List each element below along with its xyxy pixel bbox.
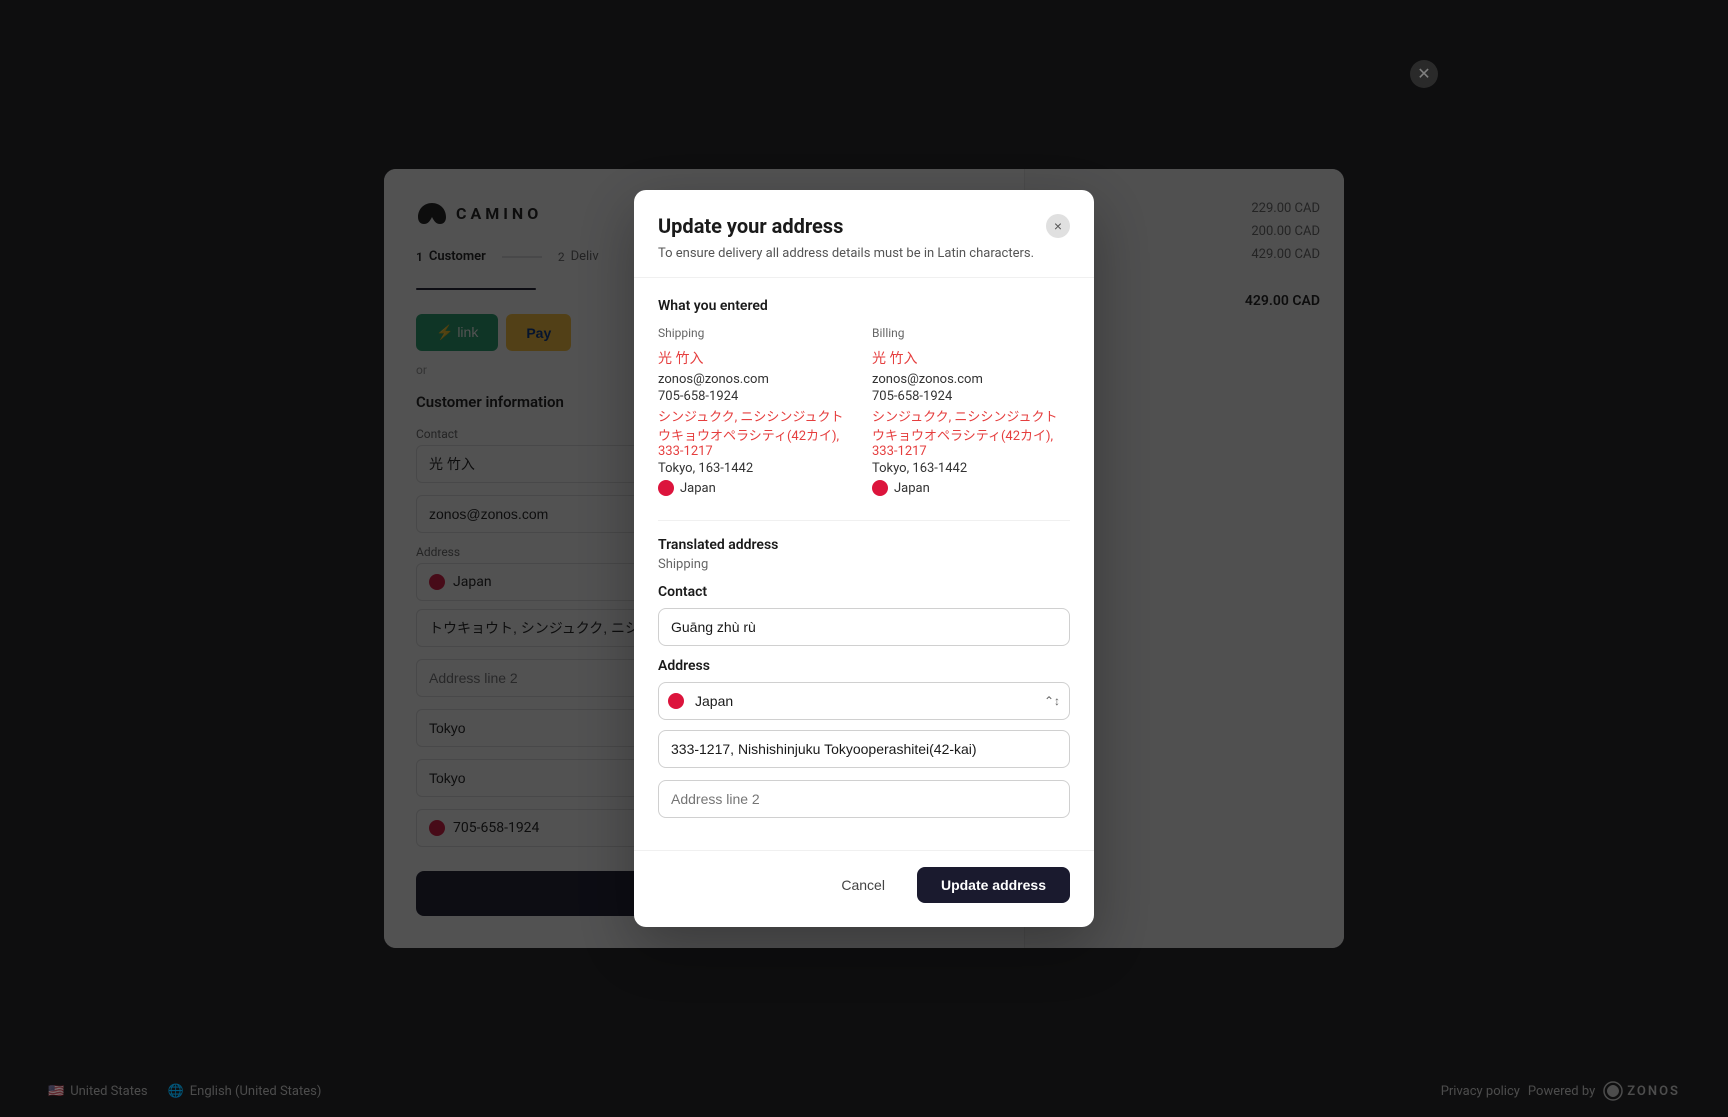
translated-shipping-label: Shipping — [658, 557, 1070, 572]
update-address-button[interactable]: Update address — [917, 867, 1070, 903]
shipping-column: Shipping 光 竹入 zonos@zonos.com 705-658-19… — [658, 326, 856, 496]
billing-phone: 705-658-1924 — [872, 389, 1070, 404]
billing-japan-flag — [872, 480, 888, 496]
billing-country: Japan — [894, 481, 930, 496]
modal-overlay[interactable]: Update your address × To ensure delivery… — [0, 0, 1728, 1117]
modal-title: Update your address — [658, 214, 843, 238]
modal-close-button[interactable]: × — [1046, 214, 1070, 238]
billing-country-row: Japan — [872, 480, 1070, 496]
billing-email: zonos@zonos.com — [872, 372, 1070, 387]
shipping-country: Japan — [680, 481, 716, 496]
billing-address: シンジュクク, ニシシンジュクトウキョウオペラシティ(42カイ), 333-12… — [872, 406, 1070, 459]
country-select-wrapper: Japan United States ⌃↕ — [658, 682, 1070, 720]
update-address-modal: Update your address × To ensure delivery… — [634, 190, 1094, 927]
address-section-label: Address — [658, 658, 1070, 674]
translated-label: Translated address — [658, 537, 1070, 553]
modal-header: Update your address × — [634, 190, 1094, 238]
contact-name-input[interactable] — [658, 608, 1070, 646]
contact-label: Contact — [658, 584, 1070, 600]
cancel-button[interactable]: Cancel — [821, 867, 905, 903]
address-columns: Shipping 光 竹入 zonos@zonos.com 705-658-19… — [658, 326, 1070, 496]
shipping-email: zonos@zonos.com — [658, 372, 856, 387]
modal-footer: Cancel Update address — [634, 850, 1094, 927]
what-you-entered-label: What you entered — [658, 298, 1070, 314]
address-line2-input[interactable] — [658, 780, 1070, 818]
billing-name: 光 竹入 — [872, 348, 1070, 368]
address-line1-input[interactable] — [658, 730, 1070, 768]
billing-column: Billing 光 竹入 zonos@zonos.com 705-658-192… — [872, 326, 1070, 496]
modal-body: What you entered Shipping 光 竹入 zonos@zon… — [634, 278, 1094, 850]
shipping-name: 光 竹入 — [658, 348, 856, 368]
country-select[interactable]: Japan United States — [658, 682, 1070, 720]
billing-city-zip: Tokyo, 163-1442 — [872, 461, 1070, 476]
shipping-col-label: Shipping — [658, 326, 856, 340]
modal-subtitle: To ensure delivery all address details m… — [634, 238, 1094, 278]
shipping-city-zip: Tokyo, 163-1442 — [658, 461, 856, 476]
shipping-phone: 705-658-1924 — [658, 389, 856, 404]
section-divider — [658, 520, 1070, 521]
billing-col-label: Billing — [872, 326, 1070, 340]
shipping-country-row: Japan — [658, 480, 856, 496]
shipping-japan-flag — [658, 480, 674, 496]
shipping-address: シンジュクク, ニシシンジュクトウキョウオペラシティ(42カイ), 333-12… — [658, 406, 856, 459]
